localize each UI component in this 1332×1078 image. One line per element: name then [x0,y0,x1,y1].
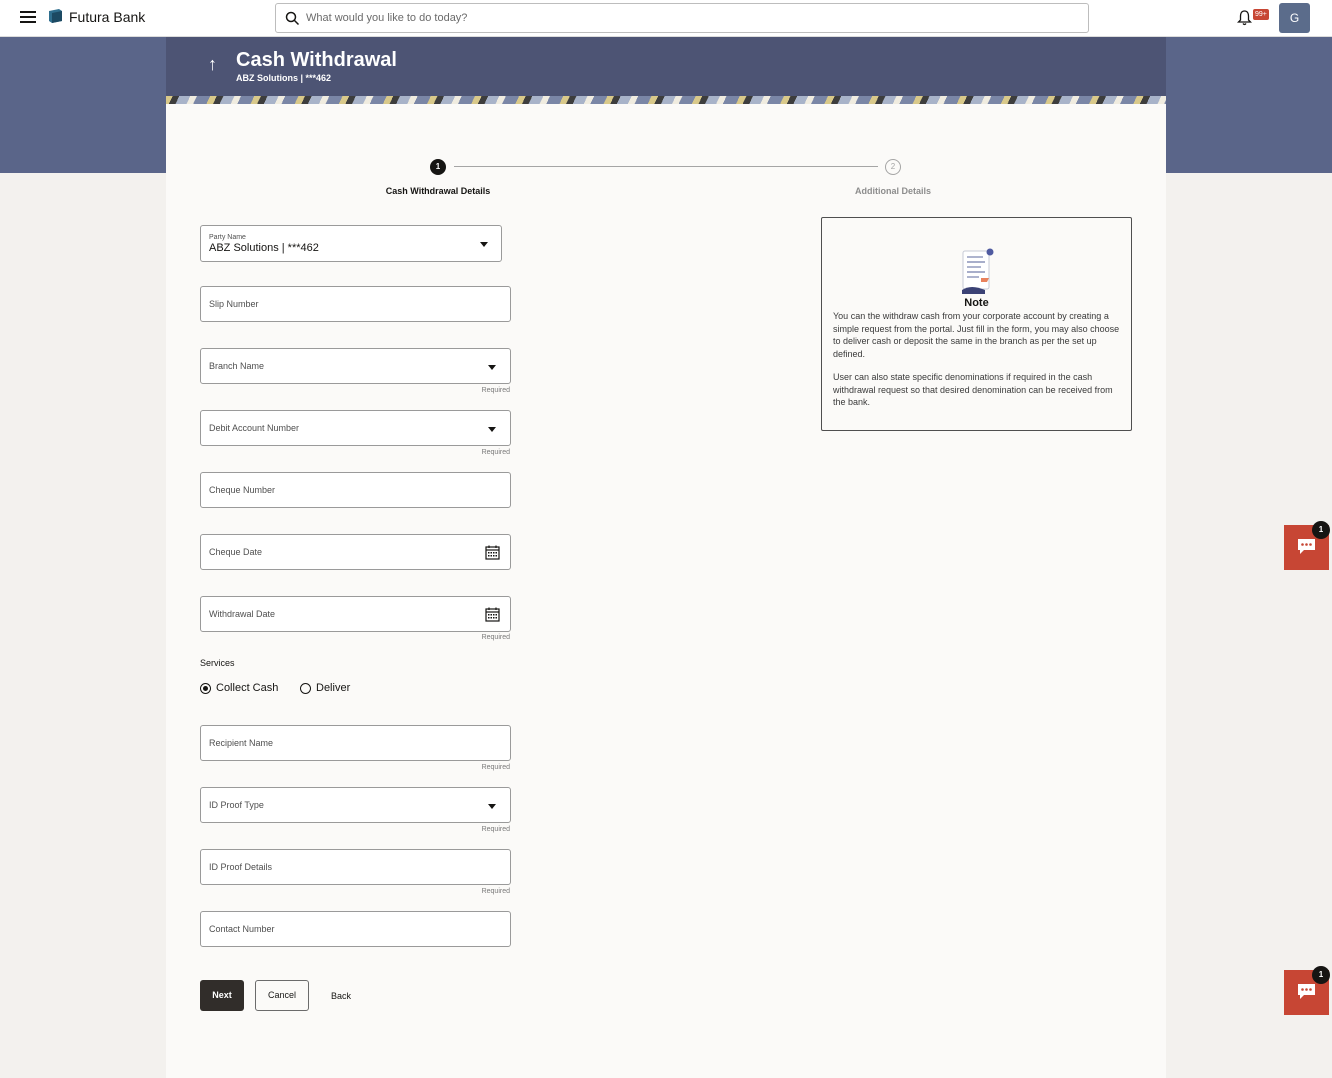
chat-icon [1298,539,1315,554]
radio-selected-icon [200,682,211,694]
chevron-down-icon [480,242,488,247]
notification-badge: 99+ [1253,9,1269,20]
calendar-icon[interactable] [485,607,500,622]
branch-name-label: Branch Name [209,361,265,371]
back-button[interactable]: Back [331,991,351,1001]
contact-number-label: Contact Number [209,924,275,934]
search-input[interactable] [306,8,1066,28]
chevron-down-icon [488,804,496,809]
debit-account-select[interactable]: Debit Account Number [200,410,511,446]
id-proof-details-label: ID Proof Details [209,862,273,872]
cancel-button[interactable]: Cancel [255,980,309,1011]
note-title: Note [964,297,989,309]
user-avatar[interactable]: G [1279,3,1310,33]
menu-icon[interactable] [20,11,36,25]
party-name-label: Party Name [209,234,246,241]
chevron-down-icon [488,427,496,432]
next-button[interactable]: Next [200,980,244,1011]
slip-number-field[interactable]: Slip Number [200,286,511,322]
id-proof-type-select[interactable]: ID Proof Type [200,787,511,823]
id-proof-type-label: ID Proof Type [209,800,264,810]
chat-badge: 1 [1312,521,1330,539]
slip-number-label: Slip Number [209,299,259,309]
cheque-number-field[interactable]: Cheque Number [200,472,511,508]
search-icon [285,11,300,26]
note-panel: Note You can the withdraw cash from your… [821,217,1132,431]
cheque-date-field[interactable]: Cheque Date [200,534,511,570]
id-proof-type-required-hint: Required [481,826,510,833]
party-name-select[interactable]: Party Name ABZ Solutions | ***462 [200,225,502,262]
search-bar[interactable] [275,3,1089,33]
step-1-label: Cash Withdrawal Details [385,186,491,196]
page-title: Cash Withdrawal [236,49,397,71]
calendar-icon[interactable] [485,545,500,560]
document-note-icon [962,248,994,294]
bank-logo-icon [49,9,62,23]
note-paragraph-2: User can also state specific denominatio… [833,372,1113,407]
party-name-value: ABZ Solutions | ***462 [209,242,319,254]
step-2-indicator[interactable]: 2 [885,159,901,175]
contact-number-field[interactable]: Contact Number [200,911,511,947]
brand-name: Futura Bank [69,9,146,25]
services-label: Services [200,658,235,668]
debit-account-label: Debit Account Number [209,423,300,433]
recipient-required-hint: Required [481,764,510,771]
branch-name-select[interactable]: Branch Name [200,348,511,384]
chat-icon [1298,984,1315,999]
top-bar: Futura Bank 99+ G [0,0,1332,37]
radio-collect-cash[interactable]: Collect Cash [200,681,278,695]
step-2-label: Additional Details [854,186,931,196]
branch-required-hint: Required [481,387,510,394]
step-1-indicator[interactable]: 1 [430,159,446,175]
chevron-down-icon [488,365,496,370]
collect-cash-label: Collect Cash [216,682,279,694]
withdrawal-date-field[interactable]: Withdrawal Date [200,596,511,632]
cheque-date-label: Cheque Date [209,547,263,557]
recipient-name-label: Recipient Name [209,738,274,748]
debit-account-required-hint: Required [481,449,510,456]
bell-icon[interactable] [1237,10,1252,26]
recipient-name-field[interactable]: Recipient Name [200,725,511,761]
chat-badge-2: 1 [1312,966,1330,984]
back-arrow-icon[interactable]: ↑ [208,54,217,75]
stepper-line [454,166,878,167]
cheque-number-label: Cheque Number [209,485,276,495]
withdrawal-date-required-hint: Required [481,634,510,641]
deliver-label: Deliver [316,682,351,694]
header-decoration [166,96,1166,104]
id-proof-details-required-hint: Required [481,888,510,895]
id-proof-details-field[interactable]: ID Proof Details [200,849,511,885]
radio-unselected-icon [300,682,311,694]
withdrawal-date-label: Withdrawal Date [209,609,276,619]
page-subtitle: ABZ Solutions | ***462 [236,73,332,83]
radio-deliver[interactable]: Deliver [300,681,350,695]
note-paragraph-1: You can the withdraw cash from your corp… [833,311,1120,359]
